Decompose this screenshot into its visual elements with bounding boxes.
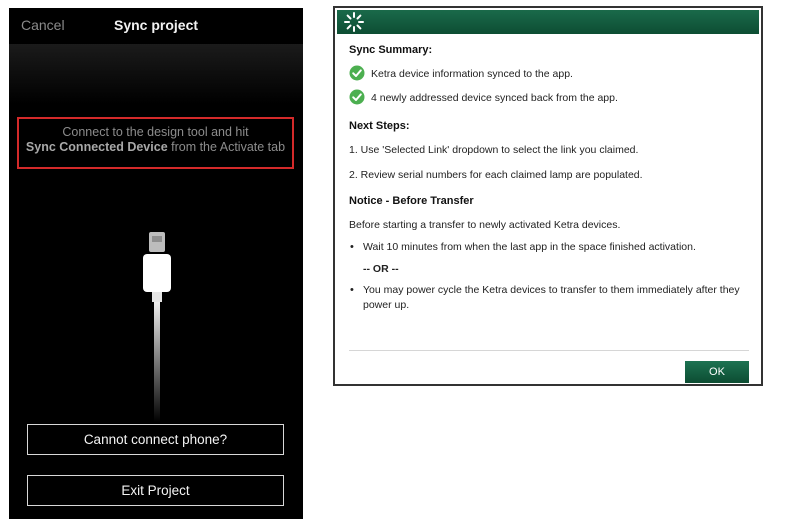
header-shadow <box>9 44 303 104</box>
instruction-rest: from the Activate tab <box>167 140 286 154</box>
bullet-icon: • <box>350 284 354 296</box>
bullet-text: Wait 10 minutes from when the last app i… <box>363 241 696 253</box>
dialog-titlebar <box>337 10 759 34</box>
check-circle-icon <box>349 89 365 105</box>
ketra-logo-icon <box>344 12 364 32</box>
next-steps-heading: Next Steps: <box>349 120 410 132</box>
summary-item: 4 newly addressed device synced back fro… <box>349 89 749 107</box>
sync-summary-heading: Sync Summary: <box>349 44 433 56</box>
summary-item: Ketra device information synced to the a… <box>349 65 749 83</box>
instruction-box: Connect to the design tool and hit Sync … <box>17 117 294 169</box>
step-text: 1. Use 'Selected Link' dropdown to selec… <box>349 144 639 156</box>
cannot-connect-button[interactable]: Cannot connect phone? <box>27 424 284 455</box>
bullet-icon: • <box>350 241 354 253</box>
notice-bullet: • Wait 10 minutes from when the last app… <box>349 240 749 255</box>
sync-summary-dialog: Sync Summary: Ketra device information s… <box>333 6 763 386</box>
phone-screen: Cancel Sync project Connect to the desig… <box>9 8 303 519</box>
page-title: Sync project <box>113 17 199 33</box>
phone-header: Cancel Sync project <box>9 8 303 48</box>
or-separator: -- OR -- <box>363 263 399 275</box>
check-circle-icon <box>349 65 365 81</box>
step-text: 2. Review serial numbers for each claime… <box>349 169 643 181</box>
instruction-line-1: Connect to the design tool and hit <box>62 125 249 139</box>
instruction-bold: Sync Connected Device <box>25 140 168 154</box>
instruction-line-2: Sync Connected Device from the Activate … <box>19 140 292 155</box>
summary-text: Ketra device information synced to the a… <box>371 68 573 80</box>
notice-heading: Notice - Before Transfer <box>349 195 474 207</box>
notice-bullet: • You may power cycle the Ketra devices … <box>349 283 749 313</box>
notice-intro: Before starting a transfer to newly acti… <box>349 219 621 231</box>
ok-button[interactable]: OK <box>685 361 749 383</box>
dialog-content: Sync Summary: Ketra device information s… <box>349 44 749 313</box>
dialog-divider <box>349 350 749 351</box>
bullet-text: You may power cycle the Ketra devices to… <box>363 284 740 311</box>
summary-text: 4 newly addressed device synced back fro… <box>371 92 618 104</box>
usb-cable-icon <box>143 232 171 422</box>
exit-project-button[interactable]: Exit Project <box>27 475 284 506</box>
